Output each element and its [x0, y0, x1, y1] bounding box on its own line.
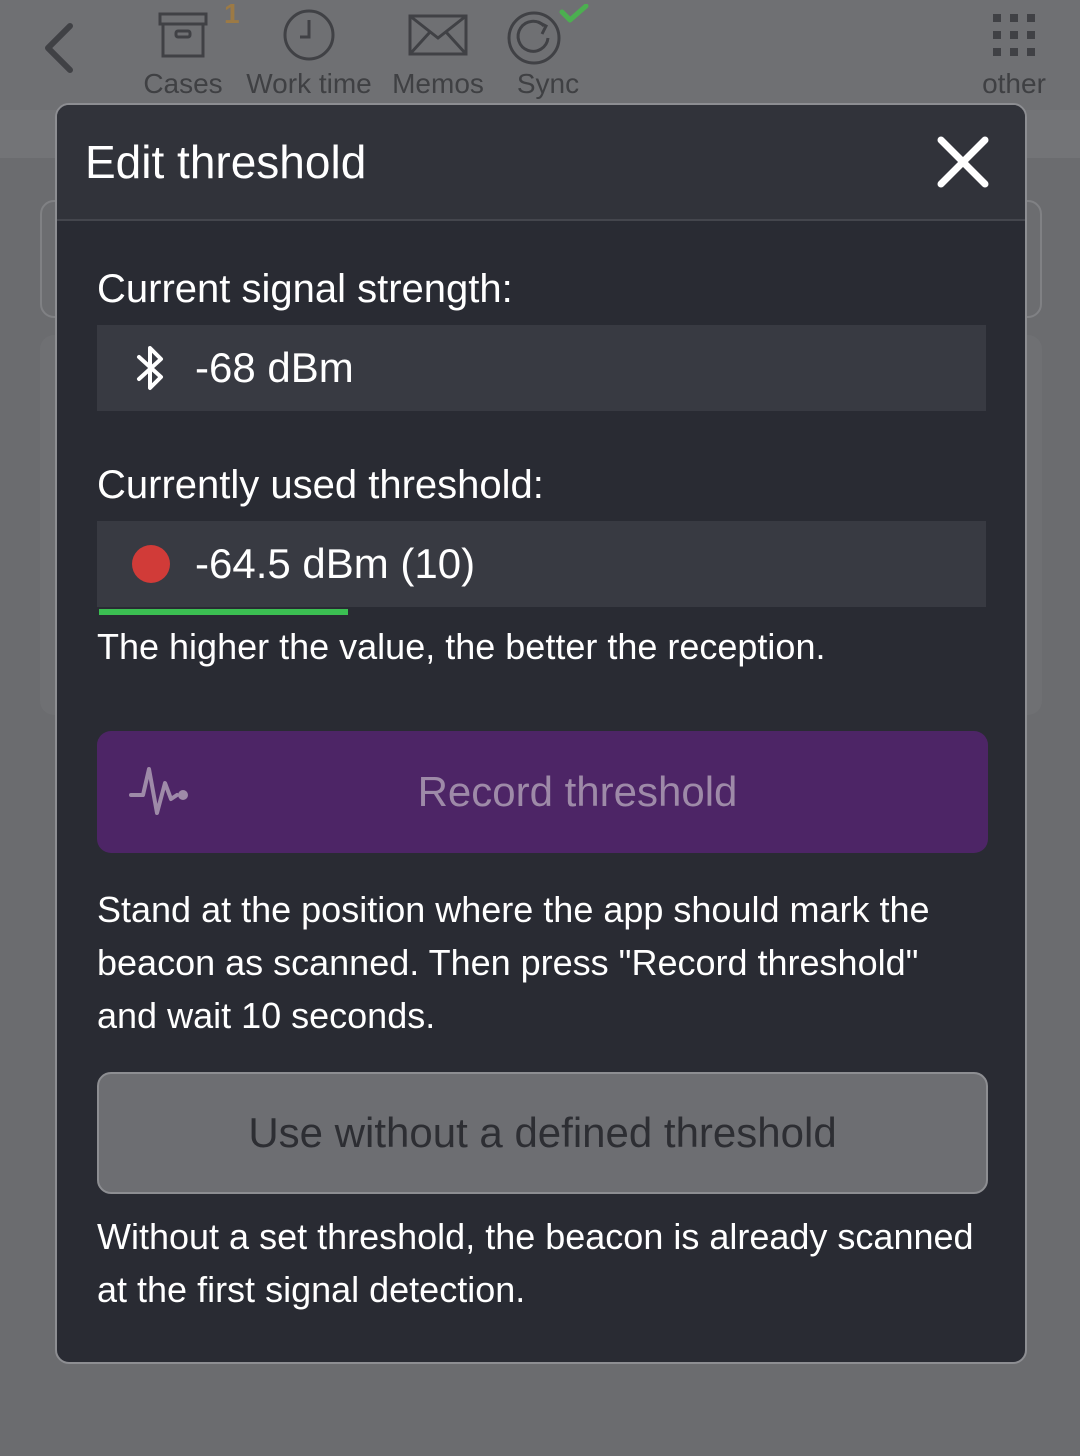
- clock-icon: [282, 4, 336, 66]
- screen: Cases 1 Work time Memos Sync other Edit …: [0, 0, 1080, 1456]
- nav-cases-label: Cases: [143, 68, 223, 99]
- signal-strength-box: -68 dBm: [97, 325, 986, 411]
- threshold-label: Currently used threshold:: [97, 463, 544, 507]
- nav-memos-label: Memos: [392, 68, 484, 99]
- close-button[interactable]: [933, 132, 993, 192]
- use-without-threshold-button[interactable]: Use without a defined threshold: [97, 1072, 988, 1194]
- back-button[interactable]: [28, 16, 88, 80]
- nav-memos[interactable]: Memos: [388, 4, 488, 104]
- chevron-left-icon: [45, 23, 73, 73]
- status-dot-icon: [131, 545, 171, 583]
- record-threshold-button[interactable]: Record threshold: [97, 731, 988, 853]
- nav-work-time[interactable]: Work time: [243, 4, 375, 104]
- threshold-progress-bar: [97, 607, 986, 615]
- dialog-title: Edit threshold: [85, 136, 367, 188]
- record-threshold-label: Record threshold: [417, 768, 738, 815]
- signal-strength-label: Current signal strength:: [97, 267, 513, 311]
- nav-sync[interactable]: Sync: [506, 4, 590, 104]
- bluetooth-icon: [131, 343, 171, 393]
- pulse-icon: [129, 761, 191, 822]
- nav-sync-label: Sync: [516, 68, 580, 99]
- top-app-bar: Cases 1 Work time Memos Sync other: [0, 0, 1080, 110]
- nav-other[interactable]: other: [972, 4, 1056, 104]
- grid-icon: [991, 4, 1037, 66]
- footer-note: Without a set threshold, the beacon is a…: [97, 1216, 974, 1310]
- close-icon: [937, 136, 989, 188]
- signal-strength-value: -68 dBm: [195, 344, 354, 391]
- threshold-value: -64.5 dBm (10): [195, 540, 476, 587]
- reception-hint: The higher the value, the better the rec…: [97, 626, 826, 667]
- instructions-text: Stand at the position where the app shou…: [97, 889, 930, 1036]
- sync-icon: [506, 4, 590, 66]
- use-without-threshold-label: Use without a defined threshold: [248, 1109, 837, 1156]
- nav-work-time-label: Work time: [246, 68, 372, 99]
- threshold-progress-fill: [99, 609, 348, 615]
- dialog-header: Edit threshold: [57, 105, 1025, 221]
- archive-box-icon: [157, 4, 209, 66]
- cases-count-badge: 1: [224, 0, 240, 29]
- nav-other-label: other: [982, 68, 1046, 99]
- dialog-body: Current signal strength: -68 dBm Current…: [57, 265, 1025, 1316]
- threshold-box: -64.5 dBm (10): [97, 521, 986, 607]
- nav-cases[interactable]: Cases: [140, 4, 226, 104]
- edit-threshold-dialog: Edit threshold Current signal strength: …: [55, 103, 1027, 1364]
- envelope-icon: [408, 4, 468, 66]
